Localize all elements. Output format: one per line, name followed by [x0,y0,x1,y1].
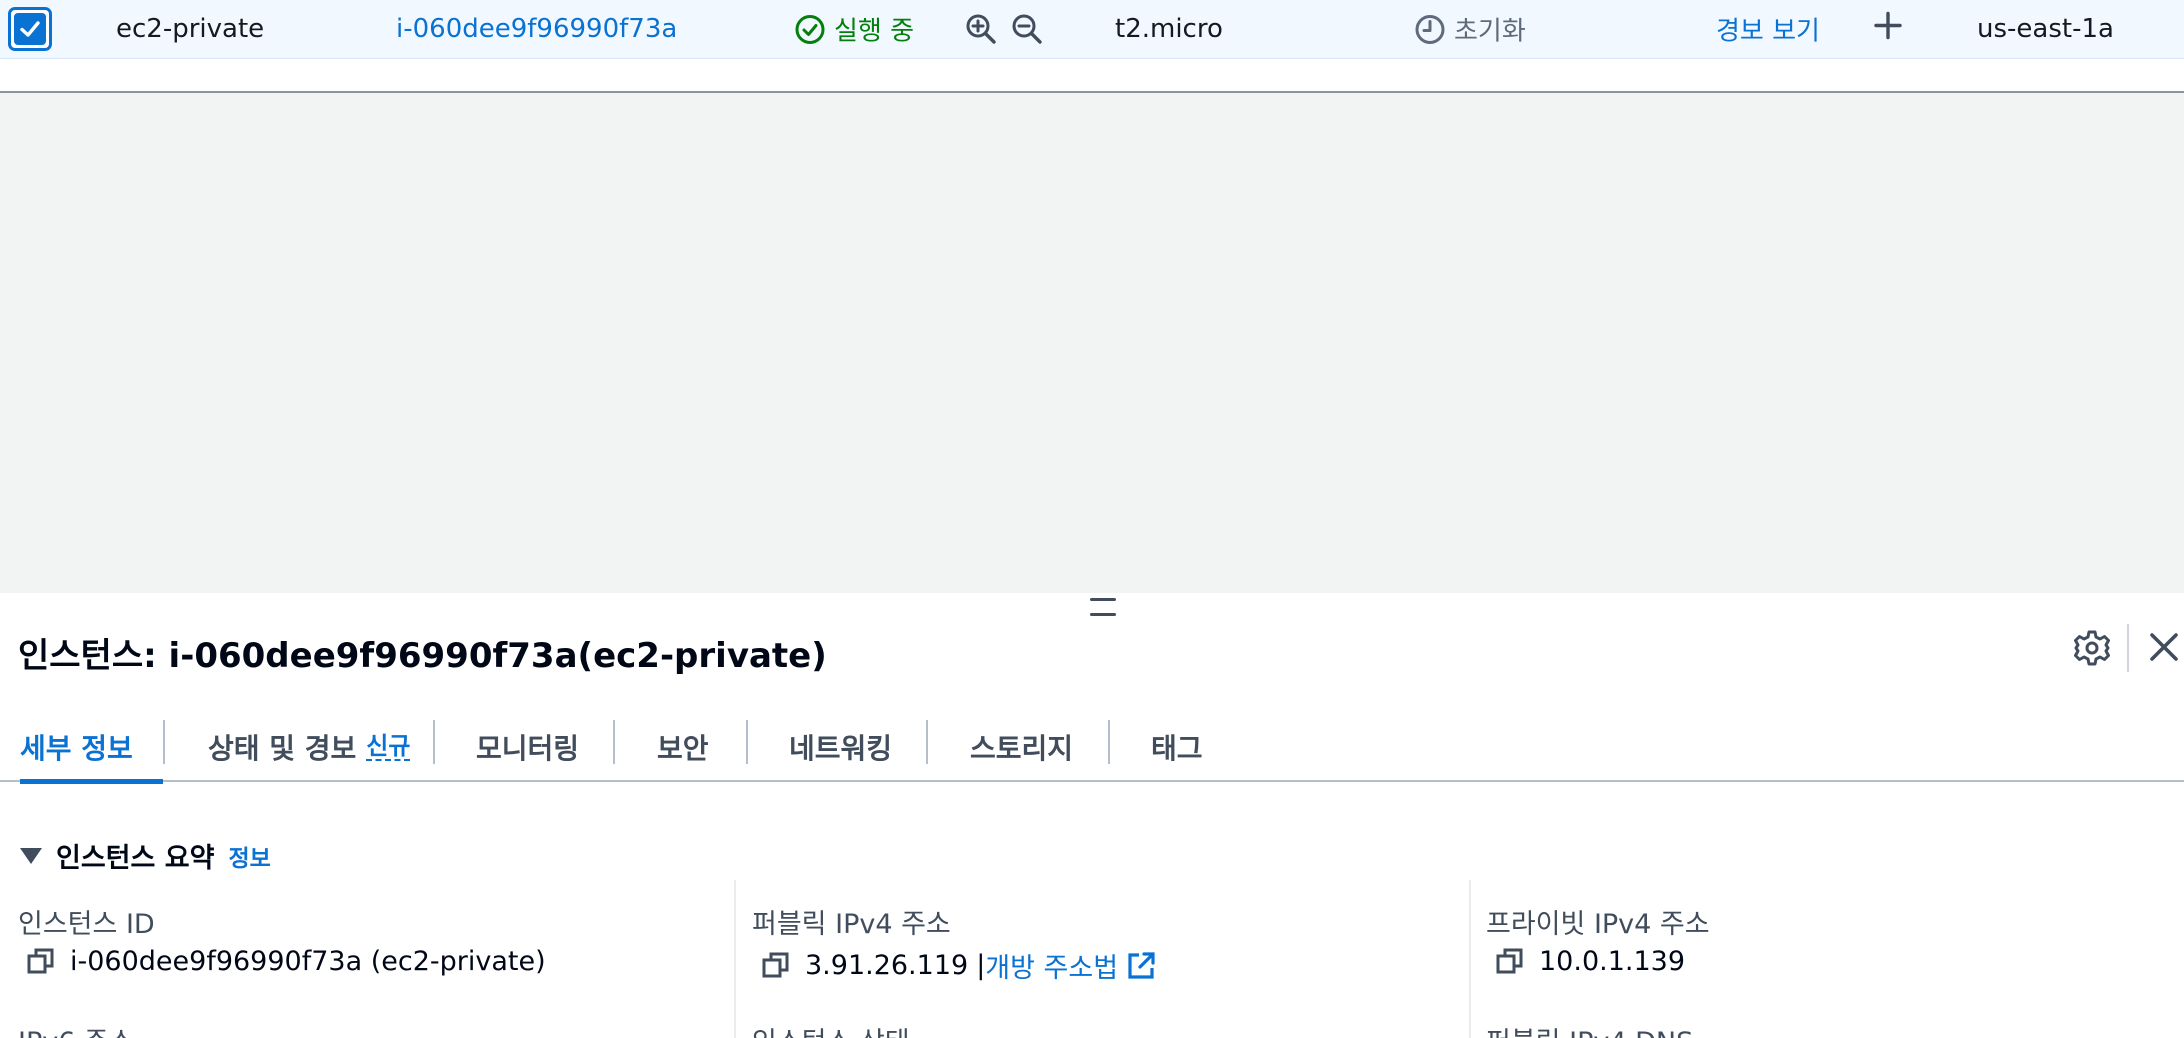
public-ipv4-dns-label: 퍼블릭 IPv4 DNS [1486,1020,1693,1038]
instance-type: t2.micro [1115,14,1223,44]
close-icon[interactable] [2145,628,2183,666]
tab-status-alarms-label: 상태 및 경보 [208,732,357,765]
value-separator: | [976,950,986,981]
public-ipv4-label: 퍼블릭 IPv4 주소 [752,909,951,940]
view-alarms-link[interactable]: 경보 보기 [1716,11,1820,48]
instance-id-link[interactable]: i-060dee9f96990f73a [396,14,677,44]
tab-storage-label: 스토리지 [970,732,1074,765]
availability-zone: us-east-1a [1977,14,2114,44]
tab-separator [1108,720,1110,764]
tab-separator [163,720,165,764]
instance-state: 실행 중 [794,11,914,48]
zoom-in-icon[interactable] [964,12,998,46]
panel-header-divider [2127,624,2129,672]
instance-summary-header[interactable]: 인스턴스 요약 정보 [20,836,271,875]
detail-tabs: 세부 정보 상태 및 경보 신규 모니터링 보안 네트워킹 스토리지 태그 [0,712,2184,784]
tab-separator [746,720,748,764]
tab-security[interactable]: 보안 [657,712,709,782]
gear-icon[interactable] [2073,629,2111,667]
instance-id-text: i-060dee9f96990f73a (ec2-private) [70,946,546,977]
tab-details-label: 세부 정보 [20,732,133,765]
copy-icon[interactable] [1495,947,1525,977]
copy-icon[interactable] [26,947,56,977]
instance-name: ec2-private [116,14,265,44]
table-empty-area [0,91,2184,593]
pending-clock-icon [1415,14,1445,44]
tab-tags[interactable]: 태그 [1151,712,1203,782]
tab-security-label: 보안 [657,732,709,765]
zoom-out-icon[interactable] [1010,12,1044,46]
ipv6-address-label: IPv6 주소 [18,1020,134,1038]
instance-table-row[interactable]: ec2-private i-060dee9f96990f73a 실행 중 t2.… [0,0,2184,59]
open-address-link[interactable]: 개방 주소법 [985,946,1156,985]
tab-networking[interactable]: 네트워킹 [789,712,892,782]
column-divider [734,880,736,1038]
row-checkbox[interactable] [8,7,52,51]
tab-monitoring-label: 모니터링 [476,732,580,765]
copy-icon[interactable] [761,951,791,981]
plus-icon[interactable] [1872,10,1904,49]
info-link[interactable]: 정보 [228,839,270,873]
checkbox-checked-icon [14,13,46,45]
caret-down-icon[interactable] [20,847,42,864]
tab-networking-label: 네트워킹 [789,732,893,765]
tab-tags-label: 태그 [1151,732,1203,765]
instance-state-field-label: 인스턴스 상태 [752,1020,910,1038]
tab-storage[interactable]: 스토리지 [970,712,1073,782]
tab-monitoring[interactable]: 모니터링 [476,712,579,782]
tab-details[interactable]: 세부 정보 [20,712,163,784]
instance-id-label: 인스턴스 ID [18,909,155,940]
public-ipv4-value: 3.91.26.119 | 개방 주소법 [761,946,1156,985]
external-link-icon [1128,951,1155,979]
tab-separator [926,720,928,764]
public-ipv4-text: 3.91.26.119 [805,950,969,981]
resize-handle-icon[interactable] [1090,598,1116,616]
instance-id-value: i-060dee9f96990f73a (ec2-private) [26,946,546,977]
private-ipv4-label: 프라이빗 IPv4 주소 [1486,909,1710,940]
status-ok-icon [795,14,825,44]
panel-title: 인스턴스: i-060dee9f96990f73a(ec2-private) [18,636,827,676]
private-ipv4-text: 10.0.1.139 [1539,946,1685,977]
state-zoom-controls [964,12,1044,46]
open-address-link-label: 개방 주소법 [985,953,1119,984]
column-divider [1469,880,1471,1038]
private-ipv4-value: 10.0.1.139 [1495,946,1685,977]
tab-separator [433,720,435,764]
tab-status-alarms[interactable]: 상태 및 경보 신규 [208,712,411,782]
status-check-label: 초기화 [1454,16,1526,47]
tab-separator [613,720,615,764]
instance-summary-title: 인스턴스 요약 [56,843,215,874]
instance-state-label: 실행 중 [834,16,915,47]
new-badge: 신규 [366,731,411,762]
status-check: 초기화 [1414,11,1526,48]
